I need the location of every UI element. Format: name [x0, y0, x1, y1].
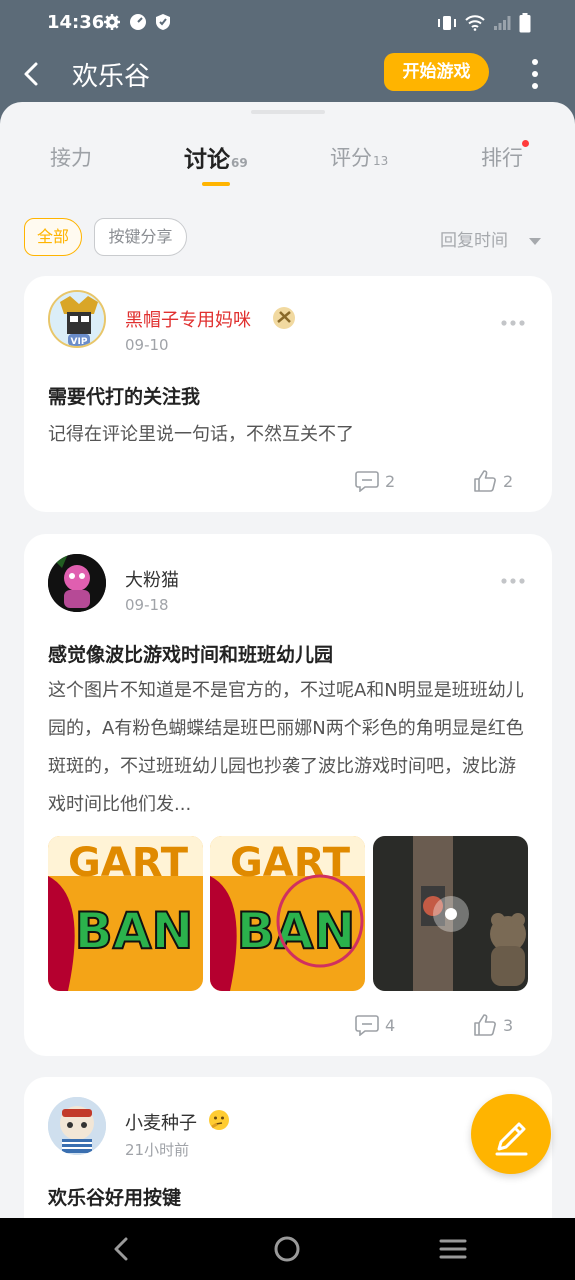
vibrate-icon	[437, 14, 457, 32]
cell-signal-icon	[493, 15, 511, 31]
svg-text:VIP: VIP	[71, 337, 88, 347]
status-time: 14:36	[47, 12, 105, 33]
drag-handle[interactable]	[251, 110, 325, 114]
tab-label: 接力	[50, 146, 92, 170]
nav-menu-icon	[439, 1239, 467, 1259]
image-text: BAN	[75, 902, 194, 960]
like-count-value: 3	[503, 1015, 514, 1035]
tab-label: 评分	[330, 146, 372, 170]
post-date: 21小时前	[125, 1141, 190, 1159]
tab-count: 69	[231, 156, 248, 170]
avatar[interactable]: VIP	[48, 290, 106, 348]
avatar[interactable]	[48, 554, 106, 612]
sort-dropdown[interactable]: 回复时间	[440, 226, 508, 251]
image-text: GART	[68, 840, 189, 886]
thumbs-up-icon	[474, 470, 496, 492]
post-date: 09-18	[125, 596, 169, 614]
thinking-emoji-icon	[208, 1109, 230, 1135]
app-bar: 欢乐谷 开始游戏	[0, 46, 575, 102]
tab-relay[interactable]: 接力	[50, 142, 92, 172]
like-count[interactable]: 3	[473, 1013, 513, 1037]
nav-home-icon	[274, 1236, 300, 1262]
compose-post-button[interactable]	[471, 1094, 551, 1174]
post-title: 需要代打的关注我	[48, 386, 201, 408]
filter-all-chip[interactable]: 全部	[24, 218, 82, 256]
wifi-icon	[465, 15, 485, 31]
tab-ranking[interactable]: 排行	[481, 142, 523, 172]
battery-icon	[519, 13, 531, 33]
settings-gear-icon	[103, 13, 121, 31]
post-image[interactable]	[373, 836, 528, 991]
post-title: 感觉像波比游戏时间和班班幼儿园	[48, 644, 334, 666]
content-sheet: 接力 讨论69 评分13 排行 全部 按键分享 回复时间 VIP 黑帽子专用妈咪…	[0, 102, 575, 1218]
post-image[interactable]: GART BAN	[210, 836, 365, 991]
post-card[interactable]: VIP 黑帽子专用妈咪 09-10 需要代打的关注我 记得在评论里说一句话，不然…	[24, 276, 552, 512]
nav-back-icon	[114, 1237, 128, 1261]
post-more-button[interactable]	[500, 312, 526, 326]
notification-dot	[522, 140, 529, 147]
back-button[interactable]	[14, 56, 50, 92]
post-image[interactable]: GART BAN	[48, 836, 203, 991]
comment-count[interactable]: 4	[355, 1014, 395, 1036]
comment-count-value: 2	[385, 471, 396, 491]
active-tab-indicator	[202, 182, 230, 186]
comment-count[interactable]: 2	[355, 470, 395, 492]
tab-count: 13	[373, 154, 389, 168]
avatar[interactable]	[48, 1097, 106, 1155]
post-body: 记得在评论里说一句话，不然互关不了	[48, 424, 354, 445]
tab-discussion[interactable]: 讨论69	[184, 140, 248, 174]
filter-key-share-chip[interactable]: 按键分享	[94, 218, 187, 256]
thumbs-up-icon	[474, 1014, 496, 1036]
more-horiz-icon	[501, 578, 525, 584]
more-horiz-icon	[501, 320, 525, 326]
post-body: 这个图片不知道是不是官方的，不过呢A和N明显是班班幼儿园的，A有粉色蝴蝶结是班巴…	[48, 680, 524, 815]
tab-bar: 接力 讨论69 评分13 排行	[0, 132, 575, 192]
username[interactable]: 大粉猫	[125, 566, 179, 592]
like-count-value: 2	[503, 471, 514, 491]
caret-down-icon[interactable]	[528, 232, 542, 251]
tab-label: 排行	[481, 146, 523, 170]
back-arrow-icon	[24, 62, 38, 86]
username[interactable]: 小麦种子	[125, 1109, 197, 1135]
tab-label: 讨论	[184, 147, 230, 173]
post-date: 09-10	[125, 336, 169, 354]
start-game-button[interactable]: 开始游戏	[384, 53, 489, 91]
like-count[interactable]: 2	[473, 469, 513, 493]
shield-icon	[155, 13, 171, 31]
more-options-button[interactable]	[522, 56, 548, 92]
comment-icon	[355, 471, 379, 492]
system-nav-bar	[0, 1218, 575, 1280]
comment-count-value: 4	[385, 1015, 396, 1035]
nav-home-button[interactable]	[270, 1232, 304, 1266]
more-vert-icon	[532, 59, 538, 89]
comment-icon	[355, 1015, 379, 1036]
post-more-button[interactable]	[500, 570, 526, 584]
user-medal-icon	[272, 306, 296, 334]
nav-back-button[interactable]	[104, 1232, 138, 1266]
nav-recents-button[interactable]	[436, 1232, 470, 1266]
pencil-icon	[495, 1122, 528, 1156]
status-bar: 14:36	[0, 0, 575, 46]
image-text: BAN	[237, 902, 356, 960]
speed-gauge-icon	[129, 13, 147, 31]
tab-rating[interactable]: 评分13	[330, 142, 388, 172]
page-title: 欢乐谷	[72, 62, 151, 92]
post-title: 欢乐谷好用按键	[48, 1187, 182, 1209]
post-card[interactable]: 大粉猫 09-18 感觉像波比游戏时间和班班幼儿园 这个图片不知道是不是官方的，…	[24, 534, 552, 1056]
username[interactable]: 黑帽子专用妈咪	[125, 306, 251, 332]
